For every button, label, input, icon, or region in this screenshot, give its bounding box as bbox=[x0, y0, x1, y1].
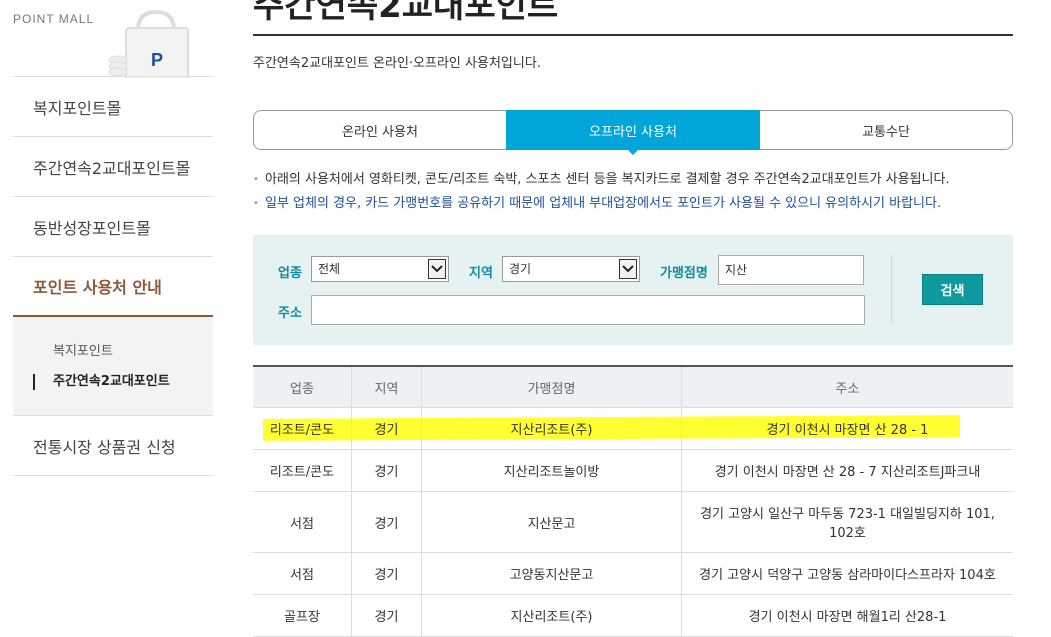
region-select[interactable]: 경기 bbox=[502, 256, 640, 282]
address-label: 주소 bbox=[278, 306, 302, 321]
cell-region: 경기 bbox=[352, 492, 422, 552]
cell-type: 서점 bbox=[253, 553, 352, 594]
page-title: 주간연속2교대포인트 bbox=[253, 0, 559, 26]
tab-online[interactable]: 온라인 사용처 bbox=[253, 110, 506, 150]
cell-region: 경기 bbox=[352, 595, 422, 636]
chevron-down-icon bbox=[619, 259, 637, 279]
table-header-row: 업종 지역 가맹점명 주소 bbox=[253, 367, 1013, 408]
cell-store: 지산문고 bbox=[422, 492, 682, 552]
cell-address: 경기 고양시 일산구 마두동 723-1 대일빌딩지하 101, 102호 bbox=[700, 507, 995, 541]
column-header-store: 가맹점명 bbox=[422, 367, 682, 407]
sidebar-item-label: 주간연속2교대포인트몰 bbox=[33, 158, 191, 178]
cell-type: 리조트/콘도 bbox=[253, 408, 352, 449]
sidebar-item-label: 동반성장포인트몰 bbox=[33, 218, 151, 238]
region-label: 지역 bbox=[469, 266, 493, 281]
sidebar-item-label: 포인트 사용처 안내 bbox=[33, 278, 162, 297]
column-header-address: 주소 bbox=[835, 381, 860, 397]
sidebar-item-welfare-mall[interactable]: 복지포인트몰 bbox=[13, 77, 213, 137]
type-label: 업종 bbox=[278, 266, 302, 281]
sidebar-submenu: 복지포인트 주간연속2교대포인트 bbox=[13, 317, 213, 416]
cell-address: 경기 이천시 마장면 산 28 - 7 지산리조트J파크내 bbox=[714, 465, 981, 480]
notice-item: 아래의 사용처에서 영화티켓, 콘도/리조트 숙박, 스포츠 센터 등을 복지카… bbox=[253, 168, 950, 192]
type-select[interactable]: 전체 bbox=[311, 256, 449, 282]
title-divider bbox=[253, 34, 1013, 36]
side-menu: 복지포인트몰 주간연속2교대포인트몰 동반성장포인트몰 포인트 사용처 안내 복… bbox=[13, 76, 213, 476]
notice-list: 아래의 사용처에서 영화티켓, 콘도/리조트 숙박, 스포츠 센터 등을 복지카… bbox=[253, 168, 950, 216]
sidebar-item-point-usage-guide[interactable]: 포인트 사용처 안내 bbox=[13, 257, 213, 317]
cell-type: 골프장 bbox=[253, 595, 352, 636]
search-panel: 업종 전체 지역 경기 가맹점명 지산 주소 검색 bbox=[253, 235, 1013, 345]
store-table: 업종 지역 가맹점명 주소 리조트/콘도 경기 지산리조트(주) 경기 이천시 … bbox=[253, 365, 1013, 637]
cell-region: 경기 bbox=[352, 408, 422, 449]
sidebar-item-label: 복지포인트몰 bbox=[33, 98, 122, 118]
bag-letter: P bbox=[151, 50, 163, 70]
tab-offline[interactable]: 오프라인 사용처 bbox=[506, 110, 760, 155]
cell-type: 리조트/콘도 bbox=[253, 450, 352, 491]
column-header-type: 업종 bbox=[253, 367, 352, 407]
search-button[interactable]: 검색 bbox=[922, 274, 983, 305]
cell-address: 경기 고양시 덕양구 고양동 삼라마이다스프라자 104호 bbox=[699, 568, 996, 583]
search-divider bbox=[891, 255, 892, 323]
intro-text: 주간연속2교대포인트 온라인·오프라인 사용처입니다. bbox=[253, 56, 541, 71]
cell-region: 경기 bbox=[352, 450, 422, 491]
region-select-value: 경기 bbox=[509, 262, 532, 276]
chevron-down-icon bbox=[428, 259, 446, 279]
cell-address: 경기 이천시 마장면 산 28 - 1 bbox=[766, 423, 929, 438]
sidebar-item-label: 전통시장 상품권 신청 bbox=[33, 437, 176, 457]
table-row: 리조트/콘도 경기 지산리조트놀이방 경기 이천시 마장면 산 28 - 7 지… bbox=[253, 450, 1013, 492]
cell-store: 지산리조트놀이방 bbox=[422, 450, 682, 491]
sidebar-item-market-voucher[interactable]: 전통시장 상품권 신청 bbox=[13, 416, 213, 476]
type-select-value: 전체 bbox=[318, 262, 341, 276]
shopping-bag-icon: P bbox=[108, 9, 189, 78]
brand-label: POINT MALL bbox=[13, 12, 95, 26]
cell-address: 경기 이천시 마장면 해월1리 산28-1 bbox=[748, 610, 947, 625]
cell-store: 지산리조트(주) bbox=[422, 595, 682, 636]
sidebar: POINT MALL P 복지포인트몰 주간연속2교대포인트몰 동반성장포인트몰… bbox=[13, 0, 213, 634]
tab-bar: 온라인 사용처 오프라인 사용처 교통수단 bbox=[253, 110, 1013, 155]
store-input[interactable]: 지산 bbox=[718, 255, 864, 285]
cell-store: 지산리조트(주) bbox=[422, 408, 682, 449]
submenu-item-shift-point[interactable]: 주간연속2교대포인트 bbox=[33, 367, 213, 397]
table-row: 서점 경기 지산문고 경기 고양시 일산구 마두동 723-1 대일빌딩지하 1… bbox=[253, 492, 1013, 553]
tab-transport[interactable]: 교통수단 bbox=[760, 110, 1013, 150]
address-input[interactable] bbox=[311, 295, 865, 325]
table-row: 골프장 경기 지산리조트(주) 경기 이천시 마장면 해월1리 산28-1 bbox=[253, 595, 1013, 637]
table-row: 리조트/콘도 경기 지산리조트(주) 경기 이천시 마장면 산 28 - 1 bbox=[253, 408, 1013, 450]
cell-type: 서점 bbox=[253, 492, 352, 552]
store-label: 가맹점명 bbox=[660, 266, 708, 281]
notice-item-warning: 일부 업체의 경우, 카드 가맹번호를 공유하기 때문에 업체내 부대업장에서도… bbox=[253, 192, 950, 216]
column-header-region: 지역 bbox=[352, 367, 422, 407]
table-row: 서점 경기 고양동지산문고 경기 고양시 덕양구 고양동 삼라마이다스프라자 1… bbox=[253, 553, 1013, 595]
submenu-item-welfare-point[interactable]: 복지포인트 bbox=[53, 337, 213, 367]
sidebar-item-shift-point-mall[interactable]: 주간연속2교대포인트몰 bbox=[13, 137, 213, 197]
sidebar-item-growth-point-mall[interactable]: 동반성장포인트몰 bbox=[13, 197, 213, 257]
cell-store: 고양동지산문고 bbox=[422, 553, 682, 594]
cell-region: 경기 bbox=[352, 553, 422, 594]
